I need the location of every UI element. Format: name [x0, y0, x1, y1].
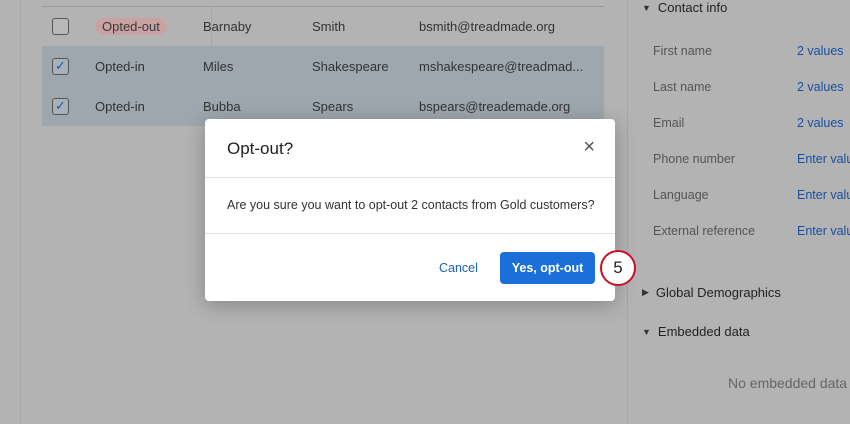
- last-name: Spears: [312, 98, 354, 114]
- caret-down-icon: ▼: [642, 326, 651, 337]
- caret-down-icon: ▼: [642, 2, 651, 13]
- last-name: Shakespeare: [312, 58, 389, 74]
- contact-info-section[interactable]: ▼ Contact info: [642, 0, 727, 15]
- caret-right-icon: ▶: [642, 287, 649, 297]
- field-value-link[interactable]: 2 values: [797, 80, 844, 94]
- email: bsmith@treadmade.org: [419, 18, 556, 34]
- last-name: Smith: [312, 18, 346, 34]
- field-label: First name: [653, 44, 713, 58]
- section-title: Contact info: [657, 0, 728, 15]
- opt-out-dialog: Opt-out? × Are you sure you want to opt-…: [205, 119, 615, 301]
- cancel-button[interactable]: Cancel: [433, 252, 484, 284]
- field-label: Email: [653, 116, 685, 130]
- dialog-title: Opt-out?: [227, 139, 294, 158]
- field-label: Language: [653, 188, 709, 202]
- field-value-link[interactable]: 2 values: [797, 44, 844, 58]
- field-label: External reference: [653, 224, 756, 238]
- close-icon[interactable]: ×: [583, 137, 595, 157]
- field-label: Last name: [653, 80, 712, 94]
- field-value-link[interactable]: Enter value: [797, 188, 850, 202]
- status-badge: Opted-out: [95, 17, 167, 35]
- divider: [205, 233, 615, 234]
- row-checkbox[interactable]: ✓: [52, 97, 69, 115]
- section-title: Embedded data: [657, 324, 750, 339]
- row-checkbox[interactable]: [52, 17, 69, 35]
- confirm-opt-out-button[interactable]: Yes, opt-out: [500, 252, 595, 284]
- embedded-data-section[interactable]: ▼ Embedded data: [642, 324, 750, 339]
- step-marker: 5: [600, 250, 636, 286]
- table-row[interactable]: ✓ Opted-in Miles Shakespeare mshakespear…: [42, 46, 604, 86]
- check-icon: ✓: [55, 58, 66, 73]
- left-divider: [20, 0, 21, 424]
- dialog-message: Are you sure you want to opt-out 2 conta…: [227, 198, 595, 212]
- first-name: Bubba: [203, 98, 241, 114]
- table-row[interactable]: Opted-out Barnaby Smith bsmith@treadmade…: [42, 6, 604, 46]
- field-label: Phone number: [653, 152, 736, 166]
- email: bspears@treademade.org: [419, 98, 571, 114]
- field-value-link[interactable]: 2 values: [797, 116, 844, 130]
- field-value-link[interactable]: Enter value: [797, 152, 850, 166]
- check-icon: ✓: [55, 98, 66, 113]
- first-name: Barnaby: [203, 18, 252, 34]
- row-checkbox[interactable]: ✓: [52, 57, 69, 75]
- field-value-link[interactable]: Enter value: [797, 224, 850, 238]
- global-demographics-section[interactable]: ▶ Global Demographics: [642, 285, 781, 300]
- first-name: Miles: [203, 58, 234, 74]
- divider: [205, 177, 615, 178]
- empty-state-text: No embedded data: [728, 375, 848, 391]
- contact-details-panel: ▼ Contact info First name 2 values Last n…: [628, 0, 850, 424]
- email: mshakespeare@treadmad...: [419, 58, 584, 74]
- status: Opted-in: [95, 58, 145, 74]
- status: Opted-in: [95, 98, 145, 114]
- section-title: Global Demographics: [655, 285, 781, 300]
